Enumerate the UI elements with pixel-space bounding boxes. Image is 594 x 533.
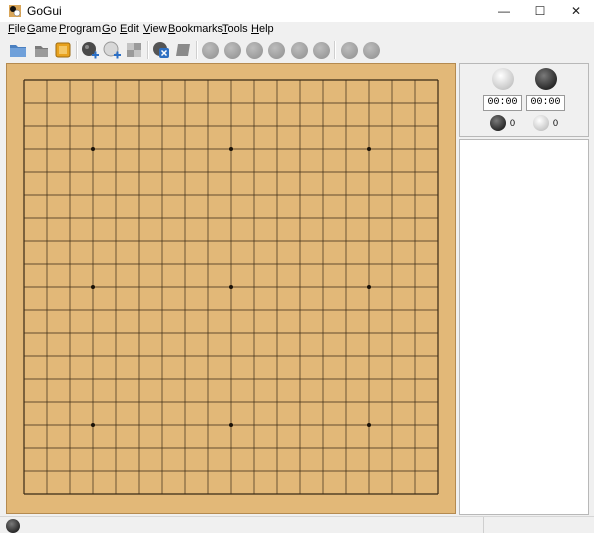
star-point: [229, 423, 233, 427]
end-button[interactable]: [311, 40, 331, 60]
menu-program[interactable]: Program: [59, 23, 101, 35]
toolbar-separator: [196, 41, 198, 59]
menu-file[interactable]: File: [8, 23, 26, 35]
previous-variation-icon: [340, 41, 358, 59]
toolbar-separator: [147, 41, 149, 59]
toolbar-separator: [76, 41, 78, 59]
close-icon: ✕: [570, 4, 582, 18]
status-bar: [0, 516, 594, 533]
export-button[interactable]: [53, 40, 73, 60]
maximize-button[interactable]: ☐: [522, 0, 558, 22]
forward-10-icon: [290, 41, 308, 59]
black-captures-icon: [490, 115, 506, 131]
close-button[interactable]: ✕: [558, 0, 594, 22]
menu-view[interactable]: View: [143, 23, 167, 35]
backward-icon: [245, 41, 263, 59]
gogui-app-icon: [9, 5, 21, 17]
minimize-icon: —: [498, 4, 510, 18]
menu-bar: File Game Program Go Edit View Bookmarks…: [0, 22, 594, 38]
export-icon: [55, 42, 71, 58]
forward-10-button[interactable]: [289, 40, 309, 60]
new-game-button[interactable]: [80, 40, 100, 60]
beginning-button[interactable]: [200, 40, 220, 60]
delete-button[interactable]: [151, 40, 171, 60]
maximize-icon: ☐: [534, 4, 546, 18]
setup-icon: [127, 43, 141, 57]
black-clock: 00:00: [526, 95, 565, 111]
menu-tools[interactable]: Tools: [222, 23, 248, 35]
star-point: [367, 147, 371, 151]
next-variation-button[interactable]: [361, 40, 381, 60]
menu-bookmarks[interactable]: Bookmarks: [168, 23, 223, 35]
white-captures-count: 0: [553, 118, 559, 128]
toolbar: [0, 38, 594, 62]
save-icon: [35, 46, 48, 57]
open-icon: [10, 45, 26, 57]
next-variation-icon: [362, 41, 380, 59]
window-title: GoGui: [27, 4, 62, 18]
save-button[interactable]: [31, 40, 51, 60]
star-point: [229, 285, 233, 289]
end-icon: [312, 41, 330, 59]
forward-button[interactable]: [266, 40, 286, 60]
board-grid[interactable]: [7, 64, 455, 513]
menu-go[interactable]: Go: [102, 23, 117, 35]
pass-button[interactable]: [173, 40, 193, 60]
pass-icon: [176, 44, 190, 56]
menu-game[interactable]: Game: [27, 23, 57, 35]
add-stone-button[interactable]: [102, 40, 122, 60]
add-stone-icon: [103, 41, 121, 59]
delete-icon: [153, 42, 169, 58]
new-game-icon: [82, 42, 99, 59]
star-point: [367, 285, 371, 289]
star-point: [91, 147, 95, 151]
star-point: [91, 285, 95, 289]
menu-edit[interactable]: Edit: [120, 23, 139, 35]
star-point: [367, 423, 371, 427]
forward-icon: [267, 41, 285, 59]
title-bar: GoGui — ☐ ✕: [0, 0, 594, 23]
menu-help[interactable]: Help: [251, 23, 274, 35]
comment-panel[interactable]: [459, 139, 589, 515]
beginning-icon: [201, 41, 219, 59]
backward-10-icon: [223, 41, 241, 59]
white-clock: 00:00: [483, 95, 522, 111]
status-divider: [483, 517, 484, 533]
setup-button[interactable]: [124, 40, 144, 60]
backward-10-button[interactable]: [222, 40, 242, 60]
black-player-stone-icon: [535, 68, 557, 90]
go-board[interactable]: [6, 63, 456, 514]
previous-variation-button[interactable]: [339, 40, 359, 60]
open-button[interactable]: [8, 40, 28, 60]
game-info-panel: 00:00 00:00 0 0: [459, 63, 589, 137]
black-captures-count: 0: [510, 118, 516, 128]
to-move-stone-icon: [6, 519, 20, 533]
star-point: [91, 423, 95, 427]
minimize-button[interactable]: —: [486, 0, 522, 22]
toolbar-separator: [334, 41, 336, 59]
backward-button[interactable]: [244, 40, 264, 60]
white-player-stone-icon: [492, 68, 514, 90]
white-captures-icon: [533, 115, 549, 131]
star-point: [229, 147, 233, 151]
